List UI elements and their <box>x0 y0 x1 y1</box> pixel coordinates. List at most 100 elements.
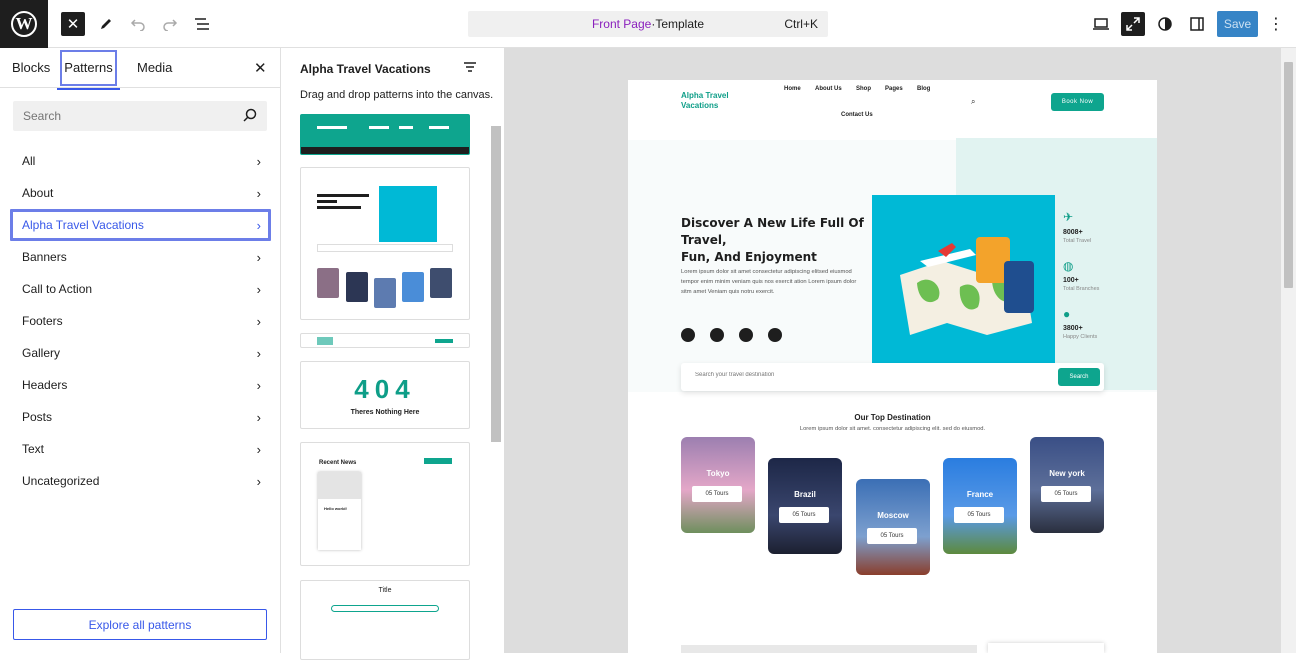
document-overview-button[interactable] <box>190 12 214 36</box>
pattern-hero-preview[interactable] <box>300 167 470 320</box>
canvas-scrollbar[interactable] <box>1281 48 1296 653</box>
pattern-search-input[interactable] <box>23 109 223 123</box>
pencil-icon <box>101 19 111 29</box>
wordpress-logo-button[interactable]: W <box>0 0 48 48</box>
tours-button[interactable]: 05 Tours <box>779 507 829 523</box>
options-menu-button[interactable]: ⋮ <box>1264 12 1288 36</box>
book-now-button[interactable]: Book Now <box>1051 93 1104 111</box>
preview-dest <box>374 278 396 308</box>
category-headers[interactable]: Headers › <box>10 369 271 401</box>
pattern-category-list: All › About › Alpha Travel Vacations › Bann… <box>10 145 271 497</box>
preview-line <box>369 126 389 129</box>
scrollbar-thumb[interactable] <box>491 126 501 442</box>
close-inserter-button[interactable]: ✕ <box>61 12 85 36</box>
tab-blocks[interactable]: Blocks <box>12 48 50 88</box>
chevron-right-icon: › <box>256 377 261 393</box>
explore-all-patterns-button[interactable]: Explore all patterns <box>13 609 267 640</box>
instagram-icon[interactable] <box>681 328 695 342</box>
category-all[interactable]: All › <box>10 145 271 177</box>
nav-shop[interactable]: Shop <box>856 86 871 92</box>
preview-line <box>317 194 369 197</box>
redo-button[interactable] <box>158 12 182 36</box>
tours-button[interactable]: 05 Tours <box>692 486 742 502</box>
category-call-to-action[interactable]: Call to Action › <box>10 273 271 305</box>
preview-line <box>317 200 337 203</box>
destination-card-france[interactable]: France 05 Tours <box>943 458 1017 554</box>
site-logo[interactable]: Alpha Travel Vacations <box>681 91 729 111</box>
chevron-right-icon: › <box>256 185 261 201</box>
settings-sidebar-button[interactable] <box>1185 12 1209 36</box>
patterns-panel-scrollbar[interactable] <box>491 118 501 648</box>
category-text[interactable]: Text › <box>10 433 271 465</box>
tours-button[interactable]: 05 Tours <box>954 507 1004 523</box>
category-banners[interactable]: Banners › <box>10 241 271 273</box>
patterns-panel-title: Alpha Travel Vacations <box>300 62 431 76</box>
preview-post-card: Hello world! <box>318 472 361 550</box>
destination-card-new-york[interactable]: New york 05 Tours <box>1030 437 1104 533</box>
category-footers[interactable]: Footers › <box>10 305 271 337</box>
filter-patterns-button[interactable] <box>464 60 476 76</box>
close-inserter-icon[interactable]: ✕ <box>254 59 267 77</box>
title-label: Title <box>378 587 392 594</box>
hero-heading-line: Discover A New Life Full Of <box>681 216 864 230</box>
destinations-title: Our Top Destination <box>854 413 931 422</box>
pattern-footer-preview[interactable] <box>300 114 470 155</box>
nav-about-us[interactable]: About Us <box>815 86 842 92</box>
nav-home[interactable]: Home <box>784 86 801 92</box>
pattern-header-preview[interactable] <box>300 333 470 348</box>
nav-blog[interactable]: Blog <box>917 86 930 92</box>
category-posts[interactable]: Posts › <box>10 401 271 433</box>
preview-field <box>331 605 439 612</box>
scrollbar-thumb[interactable] <box>1284 62 1293 288</box>
stat-label: Total Travel <box>1063 238 1092 244</box>
destination-card-brazil[interactable]: Brazil 05 Tours <box>768 458 842 554</box>
category-uncategorized[interactable]: Uncategorized › <box>10 465 271 497</box>
tours-button[interactable]: 05 Tours <box>867 528 917 544</box>
destination-card-moscow[interactable]: Moscow 05 Tours <box>856 479 930 575</box>
preview-line <box>399 126 413 129</box>
nav-contact-us[interactable]: Contact Us <box>841 112 873 118</box>
hero-heading-line: Travel, <box>681 233 727 247</box>
category-alpha-travel-vacations[interactable]: Alpha Travel Vacations › <box>10 209 271 241</box>
tools-button[interactable] <box>94 12 118 36</box>
pattern-404-preview[interactable]: 404 Theres Nothing Here <box>300 361 470 429</box>
pattern-title-preview[interactable]: Title <box>300 580 470 660</box>
preview-dest <box>346 272 368 302</box>
command-shortcut: Ctrl+K <box>784 17 818 31</box>
pattern-news-preview[interactable]: Recent News Hello world! <box>300 442 470 566</box>
device-preview-button[interactable] <box>1089 12 1113 36</box>
category-gallery[interactable]: Gallery › <box>10 337 271 369</box>
site-preview: Alpha Travel Vacations Home About Us Sho… <box>628 80 1157 653</box>
stat-number: 3800+ <box>1063 325 1083 332</box>
tab-media[interactable]: Media <box>137 48 172 88</box>
preview-logo <box>317 337 333 345</box>
chevron-right-icon: › <box>256 281 261 297</box>
destination-search-button[interactable]: Search <box>1058 368 1100 386</box>
post-title: Hello world! <box>324 506 347 511</box>
twitter-icon[interactable] <box>710 328 724 342</box>
patterns-panel-description: Drag and drop patterns into the canvas. <box>300 89 494 101</box>
wordpress-icon: W <box>11 10 37 37</box>
nav-pages[interactable]: Pages <box>885 86 903 92</box>
chevron-right-icon: › <box>256 153 261 169</box>
command-palette-button[interactable]: Front Page · Template Ctrl+K <box>468 11 828 37</box>
preview-line <box>429 126 449 129</box>
category-about[interactable]: About › <box>10 177 271 209</box>
chevron-right-icon: › <box>256 409 261 425</box>
tours-button[interactable]: 05 Tours <box>1041 486 1091 502</box>
destination-search-input[interactable] <box>695 372 995 378</box>
footer-bar <box>301 147 469 154</box>
tab-patterns[interactable]: Patterns <box>57 50 120 90</box>
site-search-icon[interactable]: ⌕ <box>971 97 975 107</box>
desktop-icon <box>1093 18 1109 30</box>
zoom-out-button[interactable] <box>1121 12 1145 36</box>
save-button[interactable]: Save <box>1217 11 1258 37</box>
chevron-right-icon: › <box>256 217 261 233</box>
styles-button[interactable] <box>1153 12 1177 36</box>
undo-button[interactable] <box>126 12 150 36</box>
destination-card-tokyo[interactable]: Tokyo 05 Tours <box>681 437 755 533</box>
destination-name: New york <box>1049 469 1085 478</box>
category-label: Call to Action <box>22 282 93 296</box>
facebook-icon[interactable] <box>739 328 753 342</box>
linkedin-icon[interactable] <box>768 328 782 342</box>
